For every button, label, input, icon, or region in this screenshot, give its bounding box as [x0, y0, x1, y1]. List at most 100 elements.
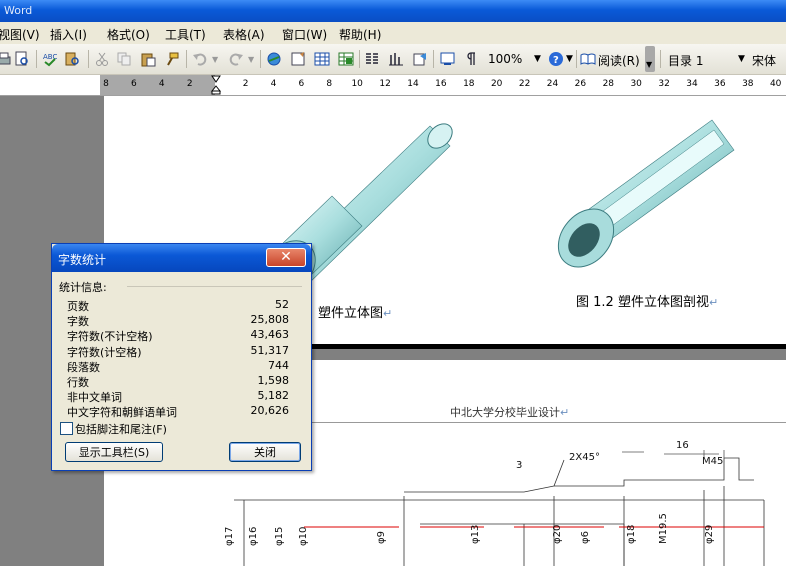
show-hide-icon[interactable] — [440, 51, 456, 67]
redo-icon[interactable] — [228, 51, 244, 67]
toolbar-separator — [36, 50, 37, 68]
format-painter-icon[interactable] — [164, 51, 180, 67]
hyperlink-icon[interactable] — [266, 51, 282, 67]
dimension-label: φ16 — [248, 527, 259, 546]
paste-icon[interactable] — [140, 51, 156, 67]
ruler-tick-label: 2 — [242, 79, 249, 89]
ruler-tick-label: 4 — [158, 79, 165, 89]
dimension-label: φ20 — [552, 525, 563, 544]
dimension-label: 16 — [676, 440, 689, 451]
research-icon[interactable] — [64, 51, 80, 67]
menu-view[interactable]: 视图(V) — [0, 26, 40, 43]
horizontal-ruler[interactable]: 8 6 4 2 2 4 6 8 10 12 14 16 18 20 22 24 26 28 30 32 34 36 38 40 — [0, 75, 786, 96]
stat-value: 51,317 — [250, 343, 290, 357]
copy-icon[interactable] — [116, 51, 132, 67]
word-count-dialog[interactable]: 字数统计 ✕ 统计信息: 页数 52 字数 25,808 字符数(不计空格) 43,463… — [51, 243, 312, 471]
standard-toolbar: ABC ▼ ▼ 100% ▼ ? ▼ 阅读(R) ▼ 目录 1 ▼ 宋体 — [0, 44, 786, 75]
dimension-label: M45 — [702, 456, 723, 467]
insert-excel-icon[interactable] — [338, 51, 354, 67]
window-titlebar[interactable]: Word — [0, 0, 786, 22]
stat-row: 行数 1,598 — [67, 374, 289, 389]
style-dropdown-icon[interactable]: ▼ — [738, 54, 745, 64]
columns-icon[interactable] — [364, 51, 380, 67]
print-icon[interactable] — [0, 51, 12, 67]
page-header: 中北大学分校毕业设计↵ — [450, 406, 570, 419]
close-button[interactable]: 关闭 — [229, 442, 301, 462]
stat-row: 字数 25,808 — [67, 313, 289, 328]
include-footnotes-checkbox[interactable] — [60, 422, 73, 435]
redo-dropdown-icon[interactable]: ▼ — [248, 55, 254, 64]
dimension-label: φ18 — [626, 525, 637, 544]
dialog-title: 字数统计 — [58, 253, 107, 267]
dialog-close-button[interactable]: ✕ — [266, 248, 306, 267]
include-footnotes-label[interactable]: 包括脚注和尾注(F) — [75, 421, 167, 437]
print-preview-icon[interactable] — [14, 51, 30, 67]
ruler-tick-label: 8 — [326, 79, 333, 89]
spelling-icon[interactable]: ABC — [42, 51, 58, 67]
toolbar-separator — [88, 50, 89, 68]
ruler-tick-label: 36 — [714, 79, 726, 89]
paragraph-mark-icon[interactable] — [462, 51, 478, 67]
menu-help[interactable]: 帮助(H) — [339, 26, 381, 43]
toolbar-separator — [660, 50, 661, 68]
stat-value: 43,463 — [250, 328, 290, 342]
ruler-tick-label: 24 — [546, 79, 559, 89]
ruler-tick-label: 6 — [298, 79, 305, 89]
stat-value: 25,808 — [250, 313, 290, 327]
font-select[interactable]: 宋体 — [752, 52, 776, 69]
stat-label: 字符数(不计空格) — [67, 330, 153, 344]
zoom-dropdown-icon[interactable]: ▼ — [534, 54, 541, 64]
ruler-tick-label: 40 — [769, 79, 782, 89]
menu-insert[interactable]: 插入(I) — [50, 26, 87, 43]
part-section-image — [557, 119, 735, 268]
document-map-icon[interactable] — [412, 51, 428, 67]
indent-marker-icon[interactable] — [211, 75, 221, 95]
menu-window[interactable]: 窗口(W) — [282, 26, 327, 43]
ruler-tick-label: 30 — [630, 79, 642, 89]
cut-icon[interactable] — [94, 51, 110, 67]
stat-row: 段落数 744 — [67, 359, 289, 374]
ruler-tick-label: 38 — [742, 79, 754, 89]
dimension-label: φ6 — [580, 531, 591, 544]
stat-label: 字符数(计空格) — [67, 345, 142, 359]
stat-label: 段落数 — [67, 360, 100, 374]
zoom-value[interactable]: 100% — [488, 52, 522, 66]
dimension-label: φ10 — [298, 527, 309, 546]
menu-format[interactable]: 格式(O) — [107, 26, 150, 43]
style-select[interactable]: 目录 1 — [668, 52, 703, 69]
ruler-tick-label: 34 — [686, 79, 698, 89]
stat-label: 行数 — [67, 376, 89, 389]
stat-value: 744 — [268, 358, 289, 372]
dimension-label: φ13 — [470, 525, 481, 544]
undo-icon[interactable] — [192, 51, 208, 67]
stat-label: 页数 — [67, 300, 89, 313]
ruler-tick-label: 12 — [379, 79, 391, 89]
drawing-icon[interactable] — [388, 51, 404, 67]
stat-row: 非中文单词 5,182 — [67, 389, 289, 404]
ruler-tick-label: 28 — [602, 79, 615, 89]
dialog-titlebar[interactable]: 字数统计 ✕ — [52, 244, 311, 272]
ruler-tick-label: 16 — [435, 79, 447, 89]
undo-dropdown-icon[interactable]: ▼ — [212, 55, 218, 64]
stat-label: 中文字符和朝鲜语单词 — [67, 406, 177, 420]
help-dropdown-icon[interactable]: ▼ — [566, 54, 573, 64]
ruler-tick-label: 6 — [131, 79, 137, 89]
read-mode-icon[interactable] — [580, 51, 596, 67]
help-icon[interactable]: ? — [548, 51, 564, 67]
stat-label: 非中文单词 — [67, 391, 122, 405]
stat-value: 1,598 — [257, 374, 290, 387]
toolbar-separator — [186, 50, 187, 68]
tables-borders-icon[interactable] — [290, 51, 306, 67]
menu-tools[interactable]: 工具(T) — [165, 26, 206, 43]
dimension-label: φ15 — [274, 527, 285, 546]
ruler-tick-label: 14 — [407, 79, 419, 89]
stat-value: 52 — [275, 298, 289, 311]
ruler-tick-label: 2 — [186, 79, 193, 89]
menu-table[interactable]: 表格(A) — [223, 26, 265, 43]
close-icon: ✕ — [280, 249, 292, 265]
group-divider — [127, 286, 302, 287]
show-toolbar-button[interactable]: 显示工具栏(S) — [65, 442, 163, 462]
insert-table-icon[interactable] — [314, 51, 330, 67]
read-mode-button[interactable]: 阅读(R) — [598, 52, 640, 69]
stat-label: 字数 — [67, 315, 89, 329]
